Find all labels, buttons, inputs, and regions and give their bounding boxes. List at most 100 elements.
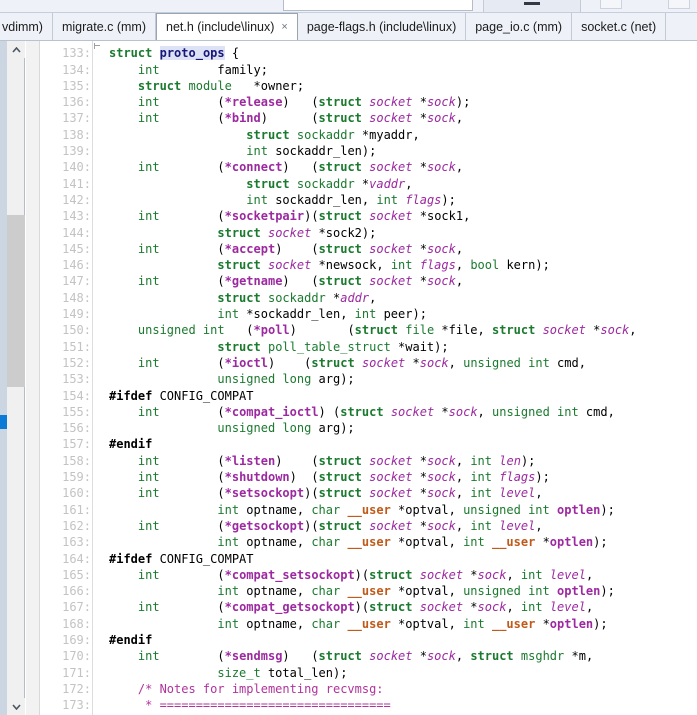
tab-page-io-c[interactable]: page_io.c (mm) — [466, 13, 573, 40]
code-view[interactable]: 133: struct proto_ops {134: int family; 13… — [41, 41, 697, 715]
code-token: socket — [390, 404, 435, 419]
scrollbar-thumb[interactable] — [7, 215, 25, 387]
code-token: , — [477, 404, 492, 419]
code-line-text: int sockaddr_len); — [102, 143, 697, 159]
code-token: ) ( — [289, 470, 319, 485]
minimize-icon — [524, 2, 540, 5]
code-token: * — [354, 176, 370, 191]
code-token: sockaddr_len, — [267, 192, 377, 207]
code-token: , — [455, 258, 471, 273]
code-token: int — [137, 567, 160, 582]
code-token: int — [246, 144, 268, 159]
code-token: * — [412, 95, 427, 110]
scroll-up-arrow-icon[interactable] — [7, 41, 25, 58]
code-token: __user — [347, 535, 391, 550]
code-token: addr — [340, 290, 370, 305]
document-tab-bar[interactable]: vdimm) migrate.c (mm) net.h (include\lin… — [0, 13, 697, 41]
code-line-text: int optname, char __user *optval, int __… — [102, 534, 697, 550]
code-token: poll_table_struct — [267, 339, 391, 354]
code-token: *m, — [564, 649, 594, 664]
toolbar-minimize-button[interactable] — [483, 0, 581, 12]
close-icon[interactable]: × — [281, 21, 287, 33]
line-number: 137: — [62, 111, 91, 126]
code-token: optlen — [557, 502, 601, 517]
tab-vdimm[interactable]: vdimm) — [0, 13, 53, 40]
code-token: *newsock, — [311, 258, 391, 273]
code-token: *optval, — [390, 502, 464, 517]
code-token: int — [137, 274, 160, 289]
code-token: struct — [318, 95, 362, 110]
code-token: ) ( — [318, 404, 341, 419]
line-number: 173: — [62, 698, 91, 713]
code-line-text: int sockaddr_len, int flags); — [102, 192, 697, 208]
code-line-text: int family; — [102, 62, 697, 78]
fold-spacer — [92, 89, 102, 107]
code-token: ( — [159, 241, 225, 256]
code-token: * — [535, 616, 550, 631]
code-token: *optval, — [390, 616, 464, 631]
code-token: level — [549, 567, 586, 582]
code-token: ); — [455, 95, 471, 110]
code-token: ( — [159, 567, 225, 582]
code-line-text: int (*shutdown) (struct socket *sock, in… — [102, 469, 697, 485]
code-token: sock — [426, 95, 456, 110]
fold-spacer — [92, 203, 102, 221]
code-token: msghdr — [520, 649, 565, 664]
code-token: *ioctl — [224, 355, 268, 370]
code-token: unsigned long — [217, 421, 312, 436]
code-token: , — [455, 518, 471, 533]
code-token: CONFIG_COMPAT — [152, 388, 254, 403]
code-token: *bind — [224, 111, 261, 126]
scrollbar-marker-track — [0, 41, 7, 715]
code-token: ( — [159, 404, 225, 419]
tab-page-flags-h[interactable]: page-flags.h (include\linux) — [297, 13, 467, 40]
code-token: ) ( — [282, 160, 319, 175]
code-token: socket — [369, 470, 413, 485]
code-token: optlen — [549, 535, 594, 550]
fold-collapse-icon[interactable] — [92, 41, 102, 58]
editor-body: 133: struct proto_ops {134: int family; 13… — [0, 41, 697, 715]
code-token: , — [455, 486, 471, 501]
code-token: , — [455, 470, 471, 485]
tab-socket-c[interactable]: socket.c (net) — [572, 13, 667, 40]
tab-label: page_io.c (mm) — [475, 19, 563, 34]
code-token: ) ( — [289, 323, 355, 338]
tab-migrate-c[interactable]: migrate.c (mm) — [52, 13, 156, 40]
toolbar-small-button-1[interactable] — [600, 0, 622, 9]
code-token: optname, — [239, 535, 312, 550]
tab-label: vdimm) — [2, 19, 43, 34]
code-token: )( — [304, 486, 319, 501]
line-number: 135: — [62, 78, 91, 93]
code-token: struct — [491, 323, 536, 338]
line-number: 163: — [62, 535, 91, 550]
line-number: 140: — [62, 160, 91, 175]
code-token: int — [137, 241, 160, 256]
tab-label: net.h (include\linux) — [166, 20, 275, 34]
code-line-text: #ifdef CONFIG_COMPAT — [102, 551, 697, 567]
line-number: 159: — [62, 470, 91, 485]
line-number: 142: — [62, 192, 91, 207]
code-token: , — [455, 649, 471, 664]
code-token: cmd, — [549, 355, 586, 370]
code-token: ( — [159, 600, 225, 615]
code-token: flags — [499, 470, 536, 485]
scroll-down-arrow-icon[interactable] — [7, 698, 25, 715]
vertical-scrollbar[interactable] — [0, 41, 25, 715]
toolbar-text-field[interactable] — [283, 0, 473, 11]
code-token: unsigned int — [137, 323, 225, 338]
toolbar-small-button-2[interactable] — [668, 0, 690, 9]
tab-net-h[interactable]: net.h (include\linux) × — [156, 13, 298, 40]
code-line[interactable]: 133: struct proto_ops { — [41, 41, 697, 61]
code-token: *setsockopt — [224, 486, 305, 501]
fold-marker[interactable] — [94, 43, 101, 49]
code-token: socket — [369, 241, 413, 256]
